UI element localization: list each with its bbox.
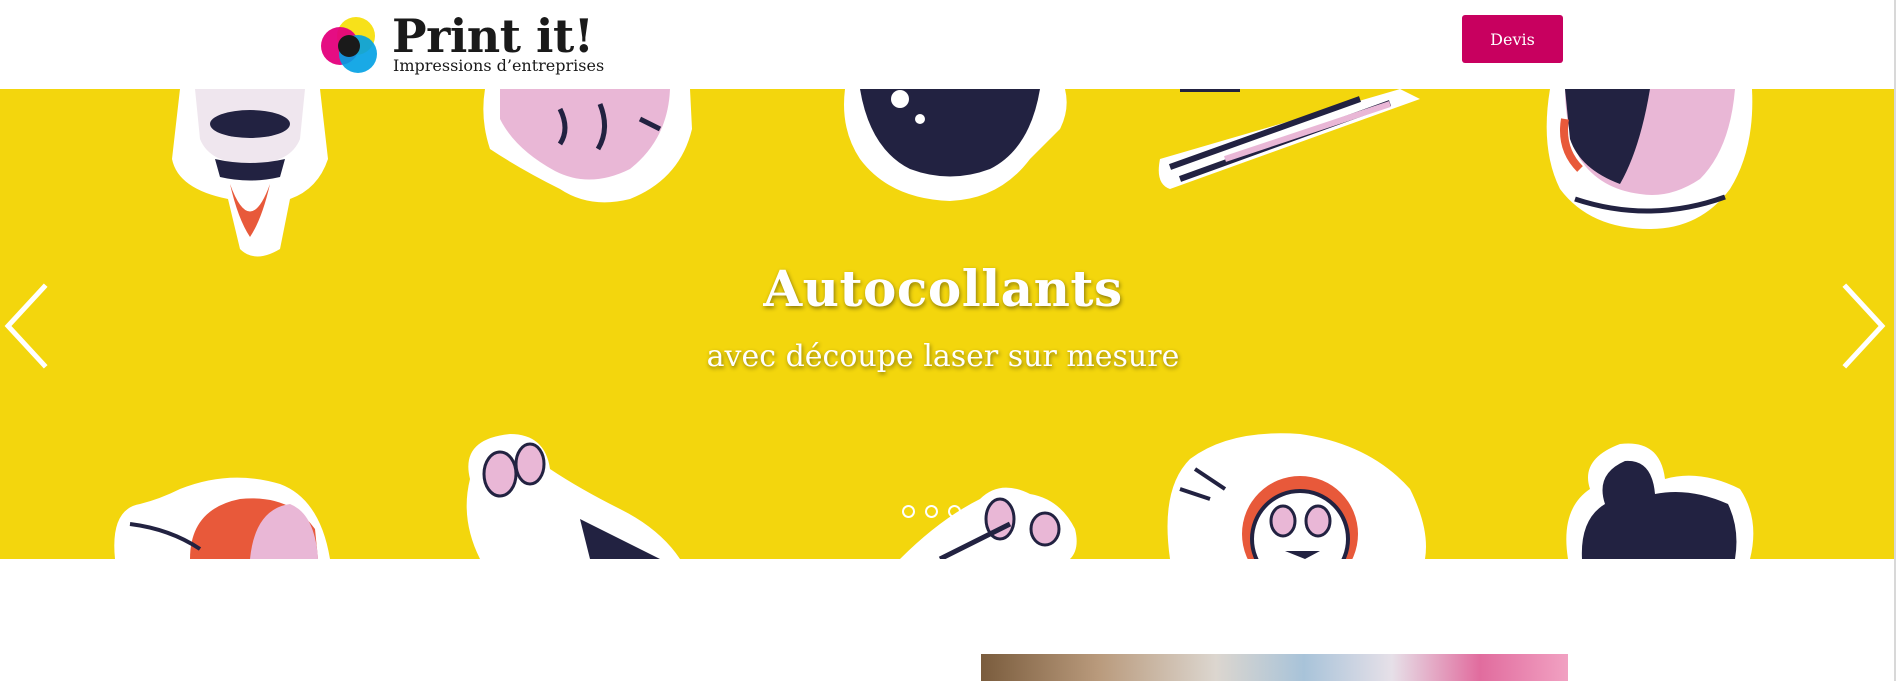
site-header: Print it! Impressions d’entreprises Devi… <box>0 0 1896 89</box>
pink-hand-sticker-illustration <box>483 89 692 203</box>
paper-swatches-image <box>981 654 1568 681</box>
carousel-dots <box>902 505 984 518</box>
cmyk-circles-logo-icon <box>321 17 377 73</box>
rocket-sticker-illustration <box>172 89 328 257</box>
carousel-dot-active[interactable] <box>971 505 984 518</box>
slide-subtitle: avec découpe laser sur mesure <box>706 339 1180 374</box>
streaks-sticker-illustration <box>1158 89 1420 189</box>
carousel-dot[interactable] <box>925 505 938 518</box>
blob-sticker-illustration <box>1566 443 1754 559</box>
logo[interactable]: Print it! Impressions d’entreprises <box>318 9 604 78</box>
carousel-dot[interactable] <box>902 505 915 518</box>
chevron-left-icon[interactable] <box>0 281 60 371</box>
astronaut-sticker-illustration <box>1546 89 1753 229</box>
carousel-dot[interactable] <box>948 505 961 518</box>
quote-button[interactable]: Devis <box>1462 15 1563 63</box>
sun-sticker-illustration <box>1167 433 1426 559</box>
slide-title: Autocollants <box>763 259 1123 318</box>
glasses-sticker-illustration <box>900 487 1077 559</box>
logo-tagline: Impressions d’entreprises <box>393 56 605 75</box>
helmet-sticker-illustration <box>844 89 1067 201</box>
hero-carousel: Autocollants avec découpe laser sur mesu… <box>0 89 1896 559</box>
sticker-illustrations <box>114 89 1754 559</box>
coffee-sticker-illustration <box>466 434 680 559</box>
chevron-right-icon[interactable] <box>1830 281 1890 371</box>
planet-sticker-illustration <box>114 477 331 559</box>
